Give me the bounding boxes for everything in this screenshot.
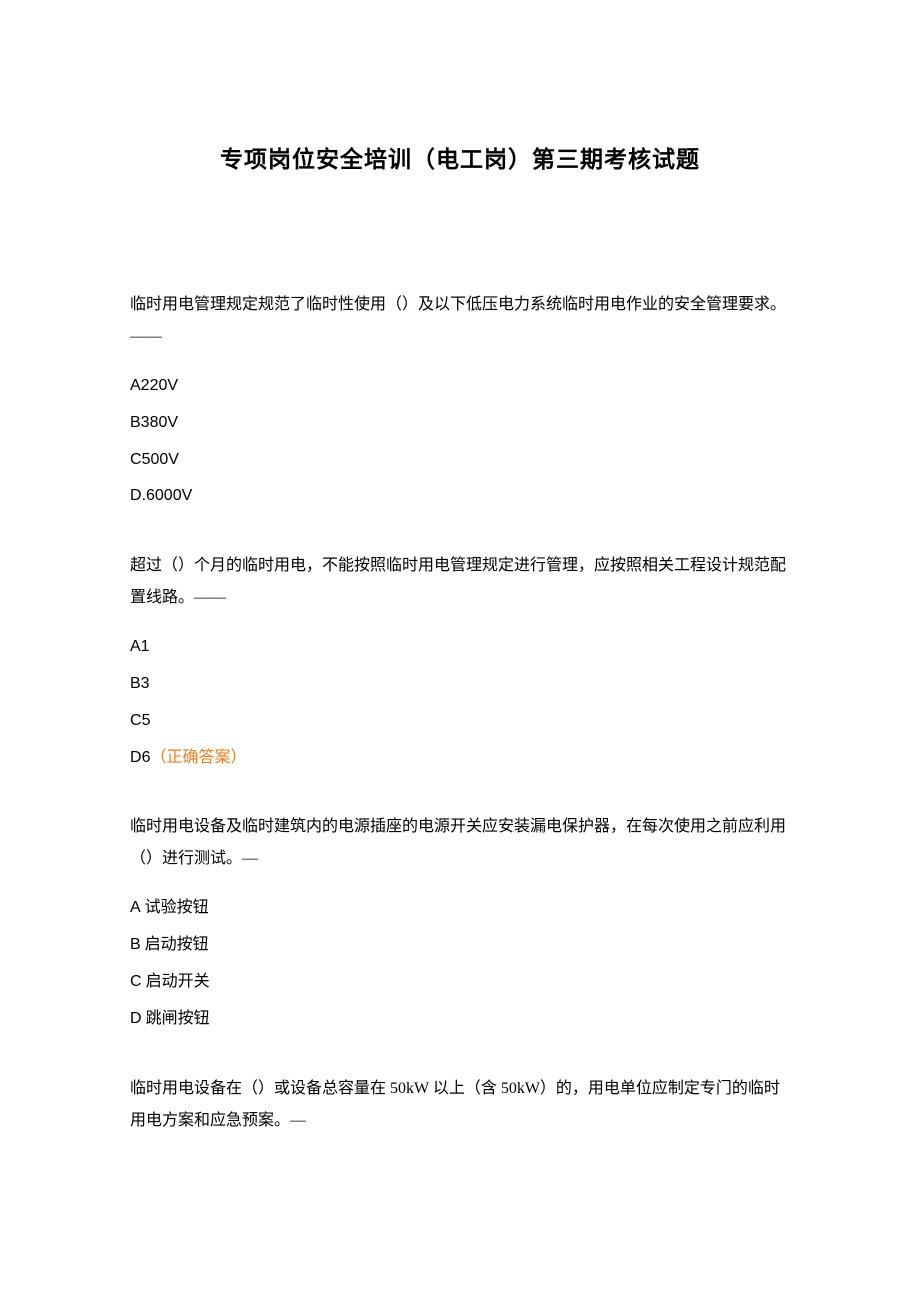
option-3d: D 跳闸按钮: [130, 1001, 790, 1038]
option-2a: A1: [130, 629, 790, 666]
option-3d-text: 跳闸按钮: [142, 1010, 210, 1027]
option-2a-label: A: [130, 638, 141, 655]
option-1b-label: B: [130, 414, 141, 431]
option-3c: C 启动开关: [130, 964, 790, 1001]
option-1c-text: 500V: [142, 451, 179, 468]
question-3-text: 临时用电设备及临时建筑内的电源插座的电源开关应安装漏电保护器，在每次使用之前应利…: [130, 811, 790, 875]
question-4: 临时用电设备在（）或设备总容量在 50kW 以上（含 50kW）的，用电单位应制…: [130, 1073, 790, 1137]
option-2b-label: B: [130, 675, 141, 692]
option-1a: A220V: [130, 368, 790, 405]
question-2: 超过（）个月的临时用电，不能按照临时用电管理规定进行管理，应按照相关工程设计规范…: [130, 550, 790, 776]
question-4-text: 临时用电设备在（）或设备总容量在 50kW 以上（含 50kW）的，用电单位应制…: [130, 1073, 790, 1137]
correct-answer-label: （正确答案）: [150, 749, 246, 766]
option-3a-text: 试验按钮: [141, 899, 209, 916]
option-2d: D6（正确答案）: [130, 740, 790, 777]
option-1c-label: C: [130, 451, 142, 468]
document-title: 专项岗位安全培训（电工岗）第三期考核试题: [130, 140, 790, 174]
option-2c-text: 5: [142, 712, 151, 729]
option-1d: D.6000V: [130, 478, 790, 515]
option-2c: C5: [130, 703, 790, 740]
option-3c-text: 启动开关: [142, 973, 210, 990]
option-1b-text: 380V: [141, 414, 178, 431]
question-1-text: 临时用电管理规定规范了临时性使用（）及以下低压电力系统临时用电作业的安全管理要求…: [130, 289, 790, 353]
option-2b: B3: [130, 666, 790, 703]
question-2-options: A1 B3 C5 D6（正确答案）: [130, 629, 790, 776]
option-3c-label: C: [130, 973, 142, 990]
option-3b-text: 启动按钮: [141, 936, 209, 953]
option-3d-label: D: [130, 1010, 142, 1027]
option-1d-text: .6000V: [142, 487, 193, 504]
option-3a-label: A: [130, 899, 141, 916]
option-3b: B 启动按钮: [130, 927, 790, 964]
option-2d-label: D: [130, 749, 142, 766]
option-3b-label: B: [130, 936, 141, 953]
question-1: 临时用电管理规定规范了临时性使用（）及以下低压电力系统临时用电作业的安全管理要求…: [130, 289, 790, 515]
question-3-options: A 试验按钮 B 启动按钮 C 启动开关 D 跳闸按钮: [130, 890, 790, 1037]
option-1b: B380V: [130, 405, 790, 442]
question-1-options: A220V B380V C500V D.6000V: [130, 368, 790, 515]
option-2c-label: C: [130, 712, 142, 729]
option-1d-label: D: [130, 487, 142, 504]
option-2b-text: 3: [141, 675, 150, 692]
option-1a-label: A: [130, 377, 141, 394]
option-2a-text: 1: [141, 638, 150, 655]
option-1a-text: 220V: [141, 377, 178, 394]
question-2-text: 超过（）个月的临时用电，不能按照临时用电管理规定进行管理，应按照相关工程设计规范…: [130, 550, 790, 614]
option-1c: C500V: [130, 442, 790, 479]
question-3: 临时用电设备及临时建筑内的电源插座的电源开关应安装漏电保护器，在每次使用之前应利…: [130, 811, 790, 1037]
option-3a: A 试验按钮: [130, 890, 790, 927]
